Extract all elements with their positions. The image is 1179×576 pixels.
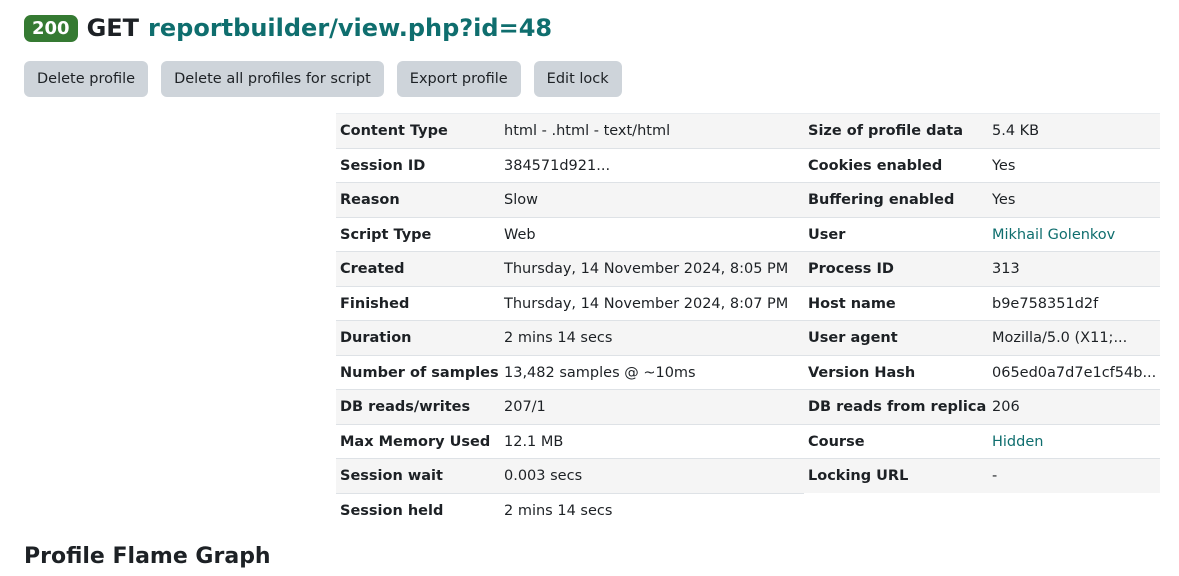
detail-value: 313	[986, 251, 1160, 286]
detail-value: 2 mins 14 secs	[500, 320, 804, 355]
detail-value: Slow	[500, 182, 804, 217]
table-row: Reason Slow Buffering enabled Yes	[336, 182, 1160, 217]
table-row: Duration 2 mins 14 secs User agent Mozil…	[336, 320, 1160, 355]
table-row: Number of samples 13,482 samples @ ~10ms…	[336, 354, 1160, 389]
delete-profile-button[interactable]: Delete profile	[24, 61, 149, 97]
detail-value: 384571d921...	[500, 147, 804, 182]
detail-key: User agent	[804, 320, 986, 355]
table-row: DB reads/writes 207/1 DB reads from repl…	[336, 389, 1160, 424]
table-row: Script Type Web User Mikhail Golenkov	[336, 216, 1160, 251]
table-row: Created Thursday, 14 November 2024, 8:05…	[336, 251, 1160, 286]
detail-key: Size of profile data	[804, 113, 986, 148]
detail-key: Course	[804, 423, 986, 458]
detail-value: Mikhail Golenkov	[986, 216, 1160, 251]
detail-key: Buffering enabled	[804, 182, 986, 217]
course-link[interactable]: Hidden	[992, 434, 1043, 450]
detail-value: Thursday, 14 November 2024, 8:07 PM	[500, 285, 804, 320]
detail-key: Cookies enabled	[804, 147, 986, 182]
detail-value: Web	[500, 216, 804, 251]
detail-value: Hidden	[986, 423, 1160, 458]
user-link[interactable]: Mikhail Golenkov	[992, 227, 1115, 243]
detail-key: Version Hash	[804, 354, 986, 389]
action-toolbar: Delete profile Delete all profiles for s…	[24, 61, 622, 97]
detail-value: -	[986, 458, 1160, 493]
table-row: Content Type html - .html - text/html Si…	[336, 113, 1160, 148]
detail-key: Number of samples	[336, 354, 500, 389]
detail-key: User	[804, 216, 986, 251]
detail-value: 207/1	[500, 389, 804, 424]
table-row: Session wait 0.003 secs Locking URL -	[336, 458, 1160, 493]
status-badge: 200	[24, 14, 78, 42]
table-row: Session held 2 mins 14 secs	[336, 492, 1160, 527]
table-row: Finished Thursday, 14 November 2024, 8:0…	[336, 285, 1160, 320]
script-url-link[interactable]: reportbuilder/view.php?id=48	[148, 14, 552, 42]
detail-key: Finished	[336, 285, 500, 320]
http-method: GET	[86, 14, 140, 42]
detail-key: Session wait	[336, 458, 500, 493]
profile-details-table: Content Type html - .html - text/html Si…	[336, 113, 1160, 527]
section-title: Profile Flame Graph	[24, 544, 271, 569]
detail-key: Session ID	[336, 147, 500, 182]
detail-value: b9e758351d2f	[986, 285, 1160, 320]
detail-key: Host name	[804, 285, 986, 320]
delete-all-profiles-button[interactable]: Delete all profiles for script	[161, 61, 384, 97]
detail-value: html - .html - text/html	[500, 113, 804, 148]
detail-key: Content Type	[336, 113, 500, 148]
page-header: 200 GET reportbuilder/view.php?id=48	[24, 10, 552, 46]
detail-key: Locking URL	[804, 458, 986, 493]
detail-value: Mozilla/5.0 (X11;...	[986, 320, 1160, 355]
detail-value: 206	[986, 389, 1160, 424]
detail-value: Thursday, 14 November 2024, 8:05 PM	[500, 251, 804, 286]
table-row: Max Memory Used 12.1 MB Course Hidden	[336, 423, 1160, 458]
detail-value: 13,482 samples @ ~10ms	[500, 354, 804, 389]
detail-value: 2 mins 14 secs	[500, 492, 804, 527]
detail-key: Created	[336, 251, 500, 286]
detail-key: Session held	[336, 492, 500, 527]
detail-key: DB reads from replica	[804, 389, 986, 424]
detail-key: Max Memory Used	[336, 423, 500, 458]
export-profile-button[interactable]: Export profile	[396, 61, 521, 97]
table-row: Session ID 384571d921... Cookies enabled…	[336, 147, 1160, 182]
detail-value: 12.1 MB	[500, 423, 804, 458]
detail-key: Script Type	[336, 216, 500, 251]
detail-key: DB reads/writes	[336, 389, 500, 424]
detail-key: Reason	[336, 182, 500, 217]
detail-key: Duration	[336, 320, 500, 355]
detail-value: 0.003 secs	[500, 458, 804, 493]
detail-value: 065ed0a7d7e1cf54b...	[986, 354, 1160, 389]
detail-value: Yes	[986, 147, 1160, 182]
detail-key: Process ID	[804, 251, 986, 286]
edit-lock-button[interactable]: Edit lock	[533, 61, 622, 97]
detail-value: Yes	[986, 182, 1160, 217]
detail-value: 5.4 KB	[986, 113, 1160, 148]
